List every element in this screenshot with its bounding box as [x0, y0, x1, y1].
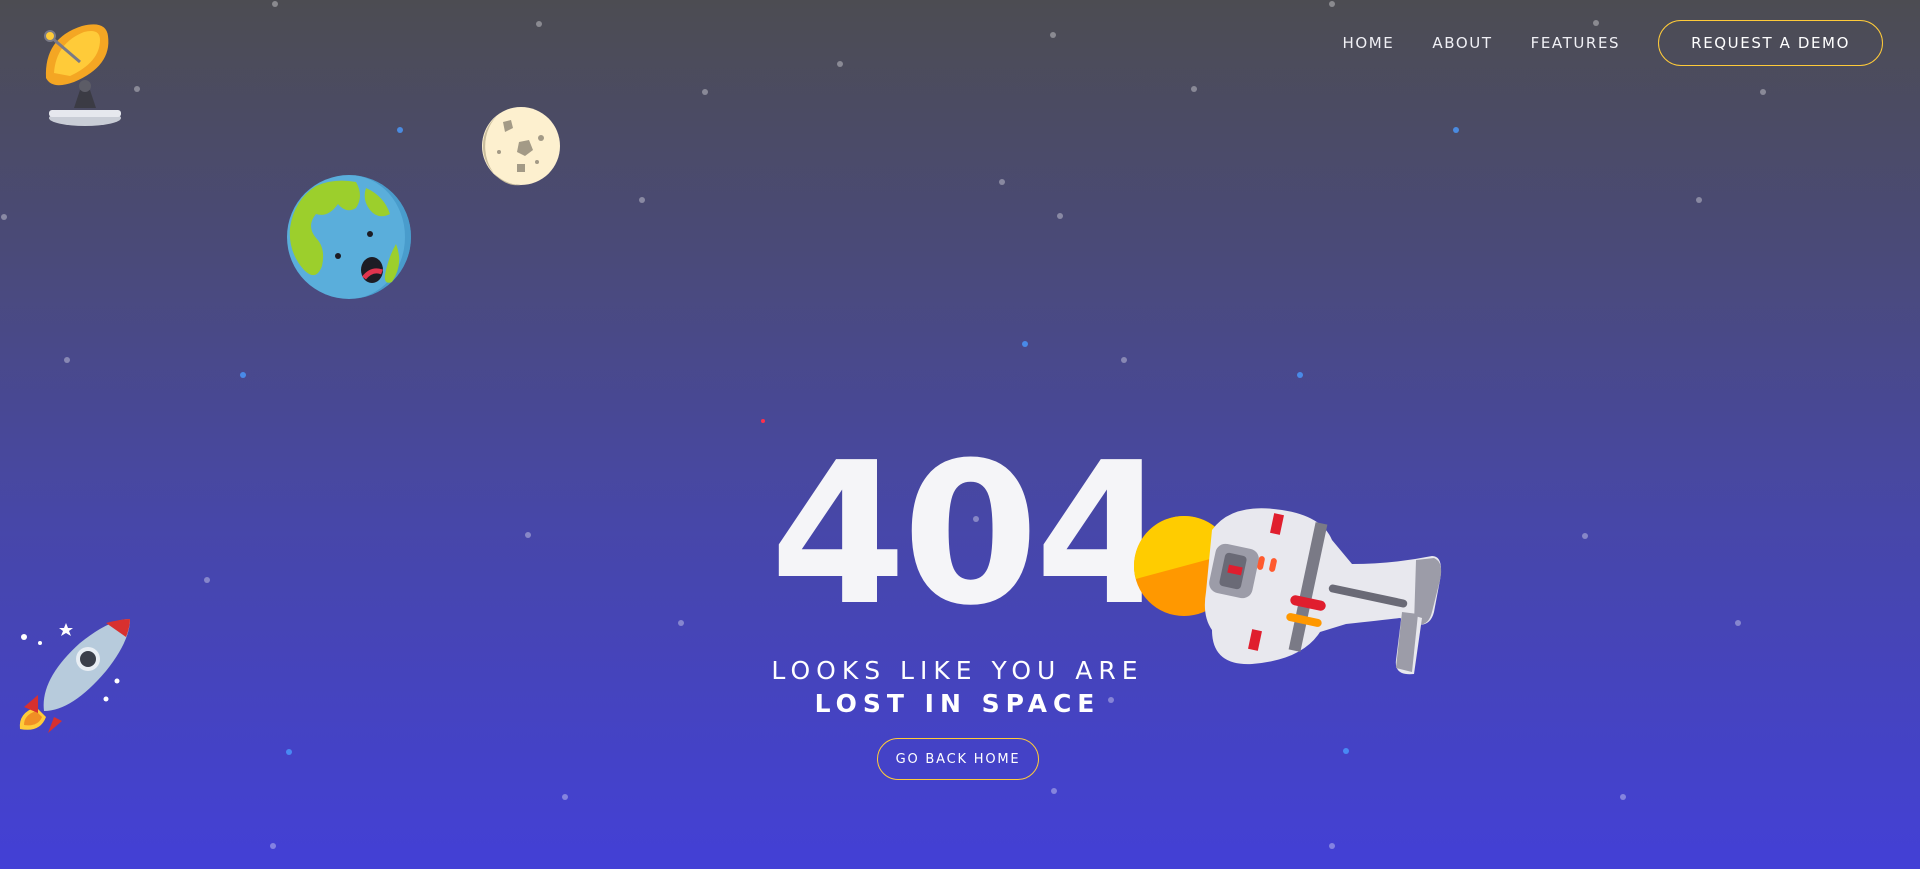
star — [702, 89, 708, 95]
nav-home-link[interactable]: HOME — [1342, 34, 1394, 52]
error-message-line-2: LOST IN SPACE — [814, 689, 1101, 718]
star — [1620, 794, 1626, 800]
star — [999, 179, 1005, 185]
rocket-icon — [19, 619, 130, 733]
star — [1329, 843, 1335, 849]
star — [1022, 341, 1028, 347]
star — [1343, 748, 1349, 754]
star — [270, 843, 276, 849]
star — [761, 419, 765, 423]
star — [397, 127, 403, 133]
error-code-title: 404 — [770, 421, 1171, 649]
star — [678, 620, 684, 626]
star — [134, 86, 140, 92]
star — [1, 214, 7, 220]
star — [272, 1, 278, 7]
request-demo-button[interactable]: REQUEST A DEMO — [1658, 20, 1883, 66]
nav-features-link[interactable]: FEATURES — [1531, 34, 1621, 52]
star — [1057, 213, 1063, 219]
star — [240, 372, 246, 378]
star — [204, 577, 210, 583]
star — [64, 357, 70, 363]
star — [1453, 127, 1459, 133]
star — [562, 794, 568, 800]
star — [1329, 1, 1335, 7]
star — [639, 197, 645, 203]
star — [1582, 533, 1588, 539]
star — [1050, 32, 1056, 38]
satellite-dish-icon[interactable] — [34, 18, 134, 128]
star — [1297, 372, 1303, 378]
earth-planet-icon — [287, 175, 411, 299]
star — [286, 749, 292, 755]
nav-about-link[interactable]: ABOUT — [1432, 34, 1492, 52]
star — [1191, 86, 1197, 92]
star — [525, 532, 531, 538]
star — [1121, 357, 1127, 363]
star — [837, 61, 843, 67]
top-navigation: HOME ABOUT FEATURES REQUEST A DEMO — [1342, 20, 1883, 66]
error-message-line-1: LOOKS LIKE YOU ARE — [771, 656, 1144, 685]
star — [1760, 89, 1766, 95]
star — [536, 21, 542, 27]
star — [1735, 620, 1741, 626]
star — [1051, 788, 1057, 794]
star — [1696, 197, 1702, 203]
moon-icon — [482, 107, 560, 186]
go-back-home-button[interactable]: GO BACK HOME — [877, 738, 1039, 780]
